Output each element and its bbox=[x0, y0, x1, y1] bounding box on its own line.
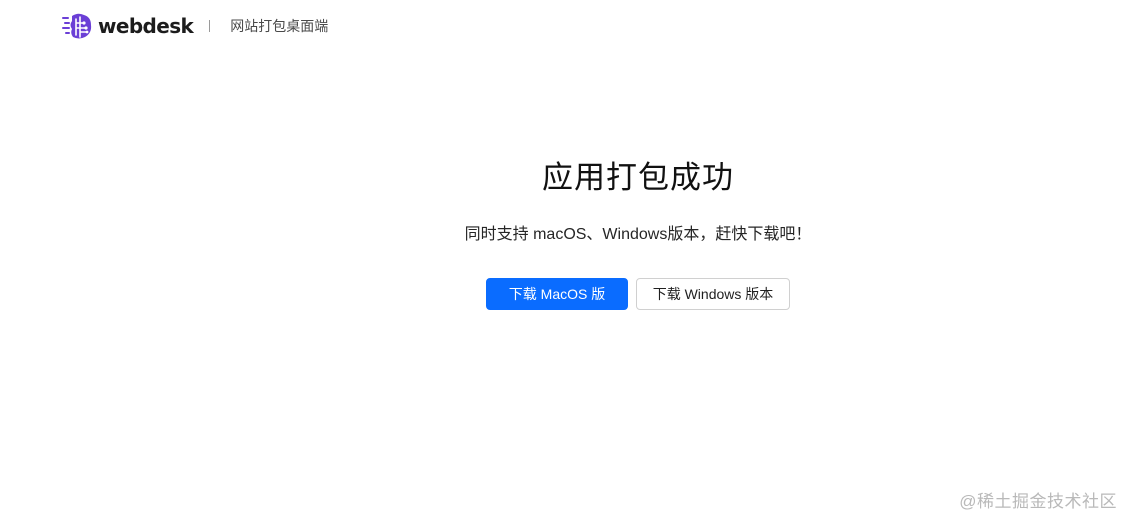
download-actions: 下载 MacOS 版本 下载 Windows 版本 bbox=[0, 278, 1123, 332]
page-subtitle: 同时支持 macOS、Windows版本，赶快下载吧！ bbox=[464, 226, 812, 243]
download-macos-button[interactable]: 下载 MacOS 版本 bbox=[486, 278, 628, 332]
header: webdesk 网站打包桌面端 bbox=[62, 10, 328, 42]
header-divider bbox=[209, 20, 211, 32]
page-title: 应用打包成功 bbox=[542, 160, 734, 195]
logo-text: webdesk bbox=[98, 14, 194, 38]
page: webdesk 网站打包桌面端 应用打包成功 同时支持 macOS、Window… bbox=[0, 0, 1123, 518]
webdesk-logo-icon bbox=[62, 11, 94, 41]
success-panel: 应用打包成功 同时支持 macOS、Windows版本，赶快下载吧！ 下载 Ma… bbox=[0, 155, 1123, 332]
tagline: 网站打包桌面端 bbox=[230, 18, 329, 34]
download-windows-button[interactable]: 下载 Windows 版本 bbox=[636, 278, 790, 310]
logo-link[interactable]: webdesk bbox=[62, 11, 194, 41]
watermark: @稀土掘金技术社区 bbox=[959, 492, 1117, 511]
